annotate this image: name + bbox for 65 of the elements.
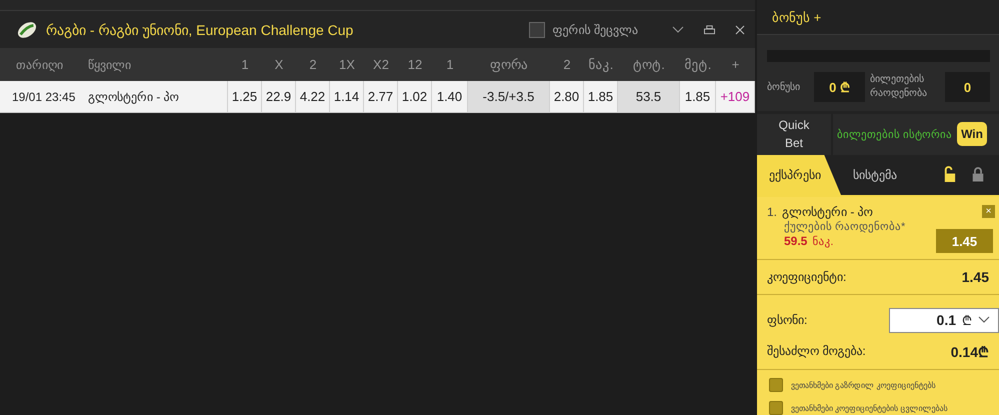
slip-tab[interactable]: ექსპრესი bbox=[757, 154, 841, 195]
chevron-down-icon[interactable] bbox=[978, 316, 990, 324]
odds-cell[interactable]: 1.14 bbox=[330, 81, 364, 113]
column-header: 2 bbox=[550, 48, 584, 81]
stake-label: ფსონი: bbox=[767, 313, 808, 327]
table-cell: 19/01 23:45 bbox=[0, 81, 80, 113]
column-header: 1 bbox=[432, 48, 468, 81]
column-header: ფორა bbox=[468, 48, 550, 81]
agree-label: ვეთანხმები გაზრდილ კოეფიციენტებს bbox=[791, 380, 936, 390]
win-badge: Win bbox=[957, 122, 987, 146]
column-header: 1X bbox=[330, 48, 364, 81]
column-header: 2 bbox=[296, 48, 330, 81]
bet-odd: 1.45 bbox=[936, 229, 993, 253]
more-markets-link[interactable]: +109 bbox=[716, 81, 755, 113]
quick-bet-button[interactable]: Quick Bet bbox=[757, 114, 831, 155]
coefficient-value: 1.45 bbox=[962, 269, 989, 285]
print-icon[interactable] bbox=[704, 24, 715, 34]
odds-cell[interactable]: 1.85 bbox=[584, 81, 618, 113]
odds-cell[interactable]: 4.22 bbox=[296, 81, 330, 113]
odds-cell[interactable]: 1.85 bbox=[680, 81, 716, 113]
odds-cell[interactable]: 22.9 bbox=[262, 81, 296, 113]
column-header: + bbox=[716, 48, 755, 81]
possible-win-value: 0.14₾ bbox=[950, 342, 989, 360]
slip-tab[interactable]: სისტემა bbox=[841, 154, 909, 195]
bonus-label: ბონუსი bbox=[767, 81, 801, 94]
coefficient-label: კოეფიციენტი: bbox=[767, 270, 846, 284]
column-header: X bbox=[262, 48, 296, 81]
agree-label: ვეთანხმები კოეფიციენტების ცვლილებას bbox=[791, 404, 948, 412]
color-toggle-checkbox[interactable] bbox=[528, 22, 545, 38]
odds-cell[interactable]: 53.5 bbox=[618, 81, 680, 113]
chevron-down-icon[interactable] bbox=[672, 26, 684, 34]
bet-match: გლოსტერი - პო bbox=[782, 205, 873, 219]
odds-cell[interactable]: 2.80 bbox=[550, 81, 584, 113]
bet-line: 59.5 bbox=[783, 234, 808, 248]
odds-cell[interactable]: 1.40 bbox=[432, 81, 468, 113]
column-header: X2 bbox=[364, 48, 398, 81]
color-toggle-label: ფერის შეცვლა bbox=[552, 22, 638, 36]
unlock-icon[interactable] bbox=[942, 166, 957, 184]
column-header: ტოტ. bbox=[618, 48, 680, 81]
ticket-history-link[interactable]: ბილეთების ისტორია bbox=[837, 128, 952, 141]
bet-market: ქულების რაოდენობა* bbox=[783, 220, 906, 233]
close-icon[interactable] bbox=[735, 24, 745, 34]
bet-line-unit: ნაკ. bbox=[812, 235, 834, 248]
column-header: 12 bbox=[398, 48, 432, 81]
bonus-value: 0 ₾ bbox=[814, 72, 865, 102]
tickets-label: ბილეთების რაოდენობა bbox=[870, 73, 928, 102]
agree-checkbox[interactable] bbox=[769, 401, 783, 415]
odds-cell[interactable]: 1.02 bbox=[398, 81, 432, 113]
odds-cell[interactable]: -3.5/+3.5 bbox=[468, 81, 550, 113]
stake-field[interactable]: 0.1 ₾ bbox=[889, 308, 999, 332]
table-cell: გლოსტერი - პო bbox=[80, 81, 228, 113]
odds-cell[interactable]: 2.77 bbox=[364, 81, 398, 113]
tickets-value: 0 bbox=[945, 72, 990, 102]
event-title: რაგბი - რაგბი უნიონი, European Challenge Cup bbox=[46, 22, 354, 38]
column-header: ნაკ. bbox=[584, 48, 618, 81]
column-header: მეტ. bbox=[680, 48, 716, 81]
bet-number: 1. bbox=[767, 205, 778, 219]
possible-win-label: შესაძლო მოგება: bbox=[767, 344, 866, 358]
column-header: 1 bbox=[228, 48, 262, 81]
bonus-title: ბონუს + bbox=[772, 10, 822, 25]
lock-icon[interactable] bbox=[971, 166, 985, 184]
odds-cell[interactable]: 1.25 bbox=[228, 81, 262, 113]
agree-checkbox[interactable] bbox=[769, 378, 783, 392]
column-header: თარიღი bbox=[0, 48, 80, 81]
column-header: წყვილი bbox=[80, 48, 228, 81]
